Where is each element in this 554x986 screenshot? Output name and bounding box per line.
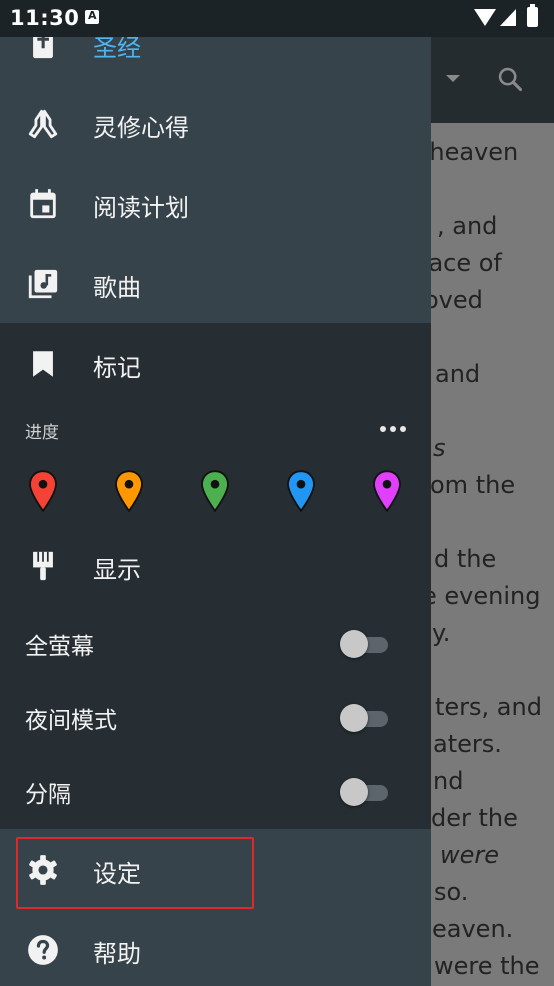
search-icon[interactable] <box>496 65 524 93</box>
drawer-item-label: 灵修心得 <box>93 114 189 142</box>
progress-pin-red[interactable] <box>28 470 58 512</box>
gear-icon <box>29 855 57 885</box>
drawer-item-bookmarks[interactable]: 标记 <box>0 325 431 405</box>
status-time: 11:30 <box>10 6 80 30</box>
praying-hands-icon <box>28 109 58 139</box>
bible-icon <box>33 37 53 59</box>
progress-subheader: 进度 <box>25 423 59 443</box>
text-line: were the <box>434 952 540 980</box>
text-line: oved <box>424 286 483 314</box>
text-line: om the <box>430 471 516 499</box>
text-line: aters. <box>433 730 502 758</box>
help-icon <box>28 935 58 965</box>
cell-signal-icon <box>500 9 516 26</box>
status-bar: 11:30 <box>0 0 554 37</box>
drawer-item-label: 帮助 <box>93 940 141 968</box>
switch-thumb <box>340 778 368 806</box>
text-line: e evening <box>422 582 541 610</box>
fullscreen-switch[interactable] <box>340 629 390 659</box>
text-line: nd <box>433 767 464 795</box>
drawer-item-settings[interactable]: 设定 <box>0 831 431 911</box>
switch-thumb <box>340 630 368 658</box>
calendar-icon <box>30 189 56 219</box>
navigation-drawer: 圣经 灵修心得 阅读计划 歌曲 标记 进度 显示 全萤幕 夜间模式 分隔 设定 … <box>0 37 431 986</box>
dropdown-caret-icon[interactable] <box>446 75 460 82</box>
toggle-row-divider[interactable]: 分隔 <box>0 755 431 827</box>
text-line: ters, and <box>435 693 542 721</box>
drawer-item-label: 圣经 <box>93 37 141 62</box>
text-line: so. <box>434 878 469 906</box>
drawer-item-label: 显示 <box>93 556 141 584</box>
progress-pin-orange[interactable] <box>114 470 144 512</box>
text-line: , and <box>437 212 498 240</box>
drawer-item-reading-plans[interactable]: 阅读计划 <box>0 165 431 245</box>
text-line: eaven. <box>432 915 514 943</box>
toggle-label: 夜间模式 <box>25 708 117 734</box>
drawer-item-help[interactable]: 帮助 <box>0 911 431 986</box>
toggle-label: 全萤幕 <box>25 634 94 660</box>
divider-switch[interactable] <box>340 777 390 807</box>
progress-pin-green[interactable] <box>200 470 230 512</box>
night-mode-switch[interactable] <box>340 703 390 733</box>
drawer-item-devotions[interactable]: 灵修心得 <box>0 85 431 165</box>
text-line: were <box>440 841 500 869</box>
music-library-icon <box>28 269 58 299</box>
progress-pin-blue[interactable] <box>286 470 316 512</box>
text-line: y. <box>432 619 451 647</box>
brush-icon <box>33 551 53 581</box>
toggle-row-night-mode[interactable]: 夜间模式 <box>0 681 431 753</box>
toggle-row-fullscreen[interactable]: 全萤幕 <box>0 607 431 679</box>
text-line: face of <box>420 249 502 277</box>
progress-pin-magenta[interactable] <box>372 470 402 512</box>
drawer-item-label: 标记 <box>93 354 141 382</box>
drawer-item-label: 设定 <box>93 860 141 888</box>
text-line: d the <box>434 545 497 573</box>
text-line: s <box>433 434 446 462</box>
drawer-item-bible[interactable]: 圣经 <box>0 37 431 85</box>
text-line: and <box>435 360 481 388</box>
text-line: der the <box>431 804 518 832</box>
toggle-label: 分隔 <box>25 782 71 808</box>
drawer-item-display[interactable]: 显示 <box>0 527 431 607</box>
notification-icon <box>85 9 99 24</box>
bookmark-icon <box>33 351 53 377</box>
switch-thumb <box>340 704 368 732</box>
battery-icon <box>527 4 538 27</box>
wifi-icon <box>474 9 496 26</box>
drawer-item-label: 歌曲 <box>93 274 141 302</box>
drawer-item-songs[interactable]: 歌曲 <box>0 245 431 325</box>
more-options-icon[interactable] <box>376 417 410 439</box>
drawer-item-label: 阅读计划 <box>93 194 189 222</box>
